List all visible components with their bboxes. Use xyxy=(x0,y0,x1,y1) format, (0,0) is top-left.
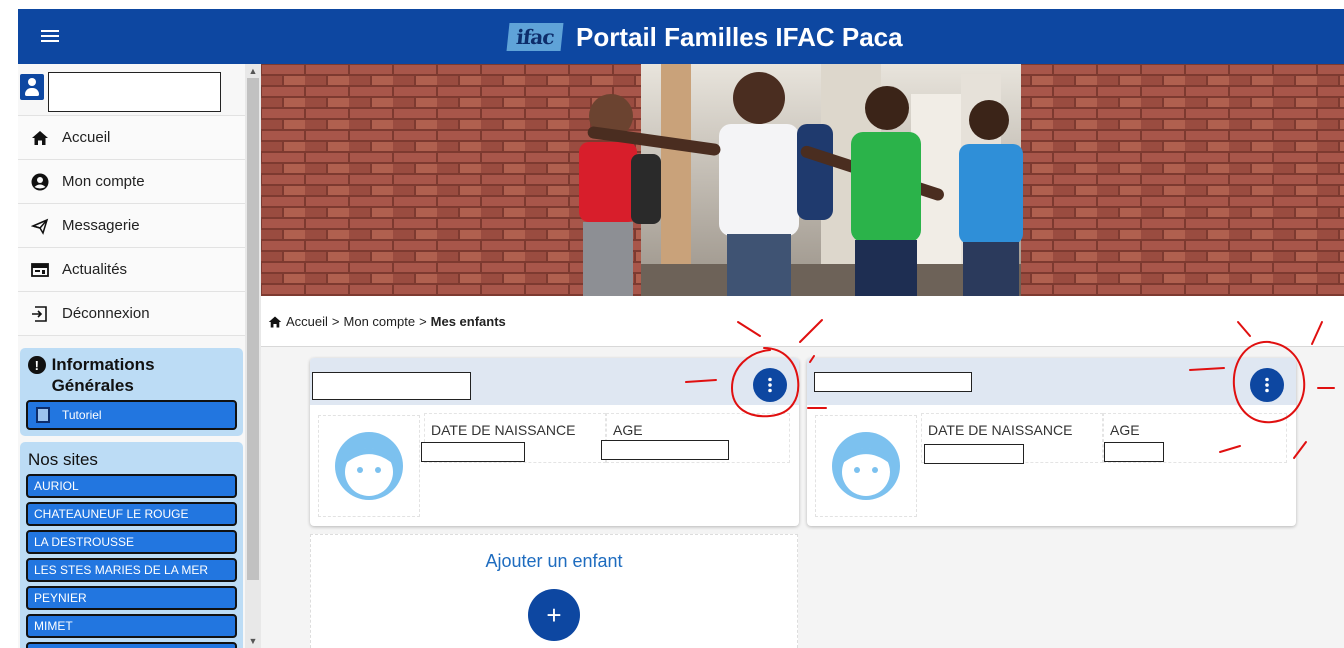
message-icon xyxy=(30,216,50,236)
breadcrumb: Accueil > Mon compte > Mes enfants xyxy=(268,314,506,329)
child-options-button[interactable] xyxy=(753,368,787,402)
sidebar-item-label: Actualités xyxy=(62,261,128,278)
sidebar-item-label: Messagerie xyxy=(62,217,140,234)
home-icon xyxy=(30,128,50,148)
site-button-mimet[interactable]: MIMET xyxy=(26,614,237,638)
birthdate-label: DATE DE NAISSANCE xyxy=(431,422,576,438)
app-title: Portail Familles IFAC Paca xyxy=(576,21,903,52)
top-app-bar: ifac Portail Familles IFAC Paca xyxy=(18,9,1344,64)
sidebar-scrollbar[interactable]: ▲ ▼ xyxy=(245,64,261,648)
scroll-thumb[interactable] xyxy=(247,78,259,580)
account-icon xyxy=(30,172,50,192)
hamburger-menu-button[interactable] xyxy=(38,24,62,48)
birthdate-label: DATE DE NAISSANCE xyxy=(928,422,1073,438)
child-name-field xyxy=(312,372,471,400)
breadcrumb-home-link[interactable]: Accueil xyxy=(286,314,328,329)
sidebar-item-mon-compte[interactable]: Mon compte xyxy=(18,160,245,204)
child-options-button[interactable] xyxy=(1250,368,1284,402)
child-card: DATE DE NAISSANCE AGE xyxy=(807,358,1296,526)
sites-panel-title: Nos sites xyxy=(28,450,98,469)
logout-icon xyxy=(30,304,50,324)
breadcrumb-separator: > xyxy=(419,314,427,329)
breadcrumb-account-link[interactable]: Mon compte xyxy=(344,314,416,329)
info-panel: ! Informations Générales Tutoriel xyxy=(20,348,243,436)
hero-image xyxy=(261,64,1344,296)
user-row xyxy=(18,64,245,116)
sidebar-item-label: Mon compte xyxy=(62,173,145,190)
age-label: AGE xyxy=(613,422,643,438)
site-button-stes-maries[interactable]: LES STES MARIES DE LA MER xyxy=(26,558,237,582)
sidebar-item-accueil[interactable]: Accueil xyxy=(18,116,245,160)
hamburger-icon xyxy=(41,30,59,42)
child-card-header xyxy=(310,358,799,405)
site-button-la-destrousse[interactable]: LA DESTROUSSE xyxy=(26,530,237,554)
sidebar-item-label: Accueil xyxy=(62,129,111,146)
document-icon xyxy=(36,407,50,423)
add-child-label: Ajouter un enfant xyxy=(485,551,623,571)
page: ifac Portail Familles IFAC Paca Accueil … xyxy=(0,0,1344,648)
birthdate-value xyxy=(421,442,525,462)
tutorial-label: Tutoriel xyxy=(62,408,102,422)
add-child-button[interactable]: + xyxy=(528,589,580,641)
exclamation-icon: ! xyxy=(28,356,46,374)
info-panel-title-text: Informations Générales xyxy=(51,355,155,395)
age-label: AGE xyxy=(1110,422,1140,438)
site-button-peynier[interactable]: PEYNIER xyxy=(26,586,237,610)
scroll-down-icon[interactable]: ▼ xyxy=(245,634,261,648)
user-name-field xyxy=(48,72,221,112)
child-card: DATE DE NAISSANCE AGE xyxy=(310,358,799,526)
add-child-card: Ajouter un enfant + xyxy=(310,534,798,648)
age-column: AGE xyxy=(601,413,790,463)
birthdate-column: DATE DE NAISSANCE xyxy=(921,413,1103,464)
sidebar-item-actualites[interactable]: Actualités xyxy=(18,248,245,292)
user-icon xyxy=(20,74,44,100)
ifac-logo: ifac xyxy=(506,23,564,51)
child-name-field xyxy=(814,372,972,392)
info-panel-title: ! Informations Générales xyxy=(26,354,237,396)
breadcrumb-separator: > xyxy=(331,314,340,329)
child-face-icon xyxy=(832,432,900,500)
more-vert-icon xyxy=(768,377,772,393)
more-vert-icon xyxy=(1265,377,1269,393)
age-value xyxy=(1104,442,1164,462)
sidebar-item-label: Déconnexion xyxy=(62,305,150,322)
news-icon xyxy=(30,260,50,280)
birthdate-column: DATE DE NAISSANCE xyxy=(421,413,606,463)
child-avatar xyxy=(815,415,917,517)
tutorial-button[interactable]: Tutoriel xyxy=(26,400,237,430)
site-button-next[interactable] xyxy=(26,642,237,648)
child-card-header xyxy=(807,358,1296,405)
plus-icon: + xyxy=(546,599,562,630)
scroll-up-icon[interactable]: ▲ xyxy=(245,64,261,78)
sidebar: Accueil Mon compte Messagerie Actualités… xyxy=(18,64,245,648)
child-face-icon xyxy=(335,432,403,500)
brand: ifac Portail Familles IFAC Paca xyxy=(506,17,903,57)
child-avatar xyxy=(318,415,420,517)
sites-panel: Nos sites AURIOL CHATEAUNEUF LE ROUGE LA… xyxy=(20,442,243,648)
home-icon xyxy=(268,316,282,327)
age-column: AGE xyxy=(1103,413,1287,463)
sidebar-item-deconnexion[interactable]: Déconnexion xyxy=(18,292,245,336)
site-button-auriol[interactable]: AURIOL xyxy=(26,474,237,498)
birthdate-value xyxy=(924,444,1024,464)
breadcrumb-current: Mes enfants xyxy=(430,314,506,329)
age-value xyxy=(601,440,729,460)
sidebar-item-messagerie[interactable]: Messagerie xyxy=(18,204,245,248)
site-button-chateauneuf[interactable]: CHATEAUNEUF LE ROUGE xyxy=(26,502,237,526)
